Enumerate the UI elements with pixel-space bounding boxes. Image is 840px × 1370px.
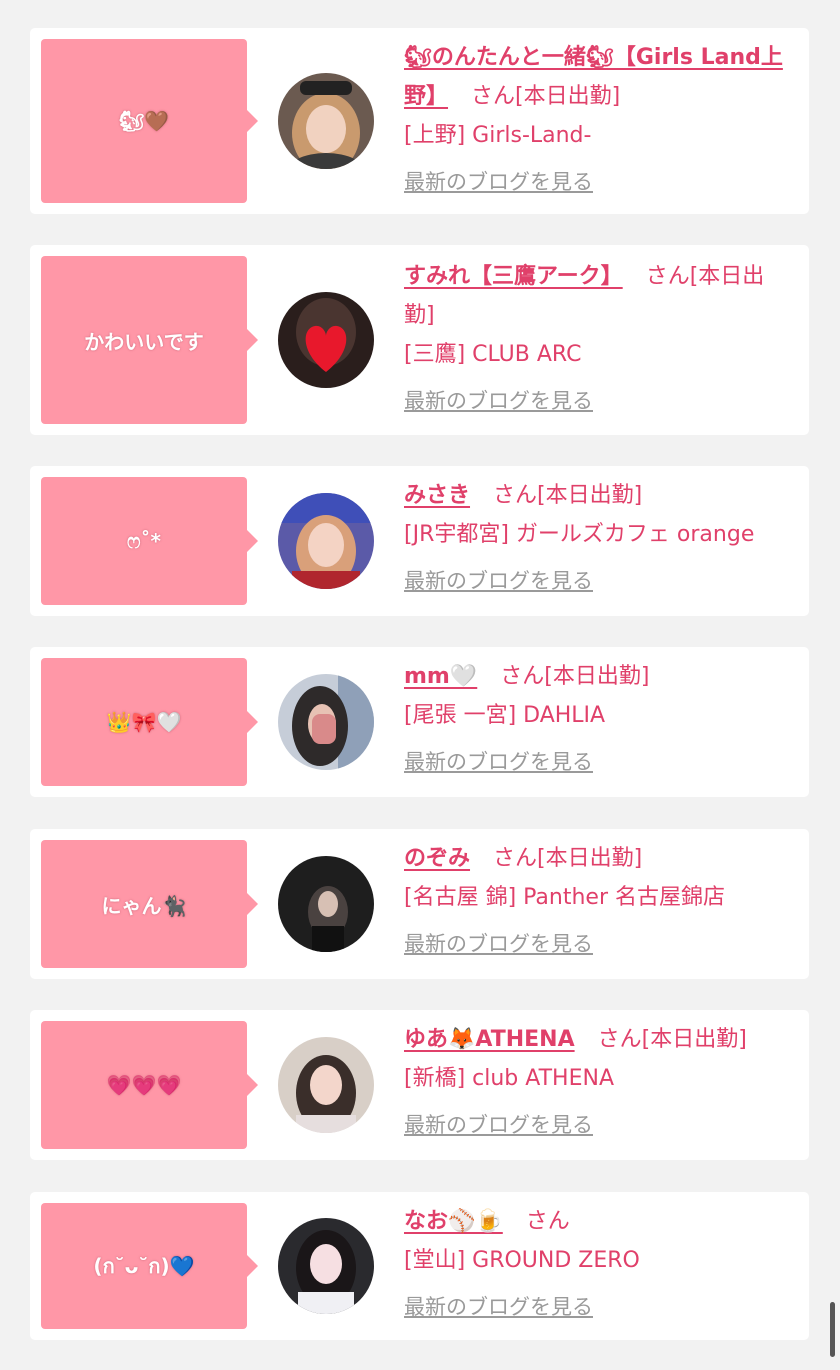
status-label: [本日出勤] [515, 84, 621, 109]
status-label: [本日出勤] [544, 664, 650, 689]
girl-name-link[interactable]: のぞみ [404, 846, 470, 871]
comment-text: (ก˘ᴗ˘ก)💙 [93, 1254, 195, 1278]
shop-label: [上野] Girls-Land- [404, 123, 592, 148]
avatar[interactable] [278, 1218, 374, 1314]
shop-label: [三鷹] CLUB ARC [404, 342, 582, 367]
status-label: [本日出勤] [537, 483, 643, 508]
latest-blog-link[interactable]: 最新のブログを見る [404, 1288, 789, 1327]
comment-text: かわいいです [84, 329, 204, 354]
blog-card: ෆ˚* みさき さん[本日出勤] [JR宇都宮] ガールズカフェ orange … [30, 466, 809, 616]
avatar[interactable] [278, 292, 374, 388]
card-info: ゆあ🦊ATHENA さん[本日出勤] [新橋] club ATHENA 最新のブ… [404, 1020, 789, 1145]
latest-blog-link[interactable]: 最新のブログを見る [404, 1106, 789, 1145]
blog-card: かわいいです すみれ【三鷹アーク】 さん[本日出勤] [三鷹] CLUB ARC… [30, 245, 809, 435]
latest-blog-link[interactable]: 最新のブログを見る [404, 562, 789, 601]
shop-label: [JR宇都宮] ガールズカフェ orange [404, 522, 755, 547]
avatar[interactable] [278, 73, 374, 169]
comment-bubble: 👑🎀🤍 [41, 658, 258, 786]
shop-label: [名古屋 錦] Panther 名古屋錦店 [404, 885, 725, 910]
latest-blog-link[interactable]: 最新のブログを見る [404, 163, 789, 202]
card-info: すみれ【三鷹アーク】 さん[本日出勤] [三鷹] CLUB ARC 最新のブログ… [404, 257, 789, 421]
latest-blog-link[interactable]: 最新のブログを見る [404, 925, 789, 964]
girl-name-link[interactable]: みさき [404, 483, 470, 508]
honorific: さん [471, 84, 516, 109]
girl-name-link[interactable]: なお⚾️🍺 [404, 1209, 503, 1234]
comment-text: ෆ˚* [127, 529, 161, 553]
blog-card: にゃん🐈‍⬛ のぞみ さん[本日出勤] [名古屋 錦] Panther 名古屋錦… [30, 829, 809, 979]
shop-label: [堂山] GROUND ZERO [404, 1248, 640, 1273]
blog-card: (ก˘ᴗ˘ก)💙 なお⚾️🍺 さん [堂山] GROUND ZERO 最新のブロ… [30, 1192, 809, 1340]
comment-text: 🐿🤎 [118, 109, 170, 133]
scrollbar[interactable] [830, 1302, 835, 1357]
latest-blog-link[interactable]: 最新のブログを見る [404, 382, 789, 421]
shop-label: [尾張 一宮] DAHLIA [404, 703, 606, 728]
comment-bubble: かわいいです [41, 256, 258, 424]
girl-name-link[interactable]: ゆあ🦊ATHENA [404, 1027, 575, 1052]
comment-bubble: にゃん🐈‍⬛ [41, 840, 258, 968]
card-info: のぞみ さん[本日出勤] [名古屋 錦] Panther 名古屋錦店 最新のブロ… [404, 839, 789, 964]
girl-name-link[interactable]: すみれ【三鷹アーク】 [404, 264, 623, 289]
girl-name-link[interactable]: mm🤍 [404, 664, 477, 689]
blog-card: 🐿🤎 🐿のんたんと一緒🐿【Girls Land上野】 さん[本日出勤] [上野]… [30, 28, 809, 214]
card-info: みさき さん[本日出勤] [JR宇都宮] ガールズカフェ orange 最新のブ… [404, 476, 789, 601]
avatar[interactable] [278, 1037, 374, 1133]
comment-bubble: 💗💗💗 [41, 1021, 258, 1149]
latest-blog-link[interactable]: 最新のブログを見る [404, 743, 789, 782]
blog-card: 💗💗💗 ゆあ🦊ATHENA さん[本日出勤] [新橋] club ATHENA … [30, 1010, 809, 1160]
blog-card: 👑🎀🤍 mm🤍 さん[本日出勤] [尾張 一宮] DAHLIA 最新のブログを見… [30, 647, 809, 797]
avatar[interactable] [278, 674, 374, 770]
comment-text: にゃん🐈‍⬛ [101, 893, 187, 918]
honorific: さん [645, 264, 690, 289]
honorific: さん [500, 664, 545, 689]
comment-bubble: ෆ˚* [41, 477, 258, 605]
avatar[interactable] [278, 493, 374, 589]
status-label: [本日出勤] [537, 846, 643, 871]
shop-label: [新橋] club ATHENA [404, 1066, 614, 1091]
comment-text: 💗💗💗 [106, 1073, 182, 1097]
card-info: なお⚾️🍺 さん [堂山] GROUND ZERO 最新のブログを見る [404, 1202, 789, 1327]
honorific: さん [493, 483, 538, 508]
comment-bubble: 🐿🤎 [41, 39, 258, 203]
status-label: [本日出勤] [641, 1027, 747, 1052]
comment-text: 👑🎀🤍 [106, 710, 182, 734]
honorific: さん [493, 846, 538, 871]
avatar[interactable] [278, 856, 374, 952]
honorific: さん [597, 1027, 642, 1052]
card-info: mm🤍 さん[本日出勤] [尾張 一宮] DAHLIA 最新のブログを見る [404, 657, 789, 782]
card-info: 🐿のんたんと一緒🐿【Girls Land上野】 さん[本日出勤] [上野] Gi… [404, 38, 789, 202]
honorific: さん [525, 1209, 570, 1234]
comment-bubble: (ก˘ᴗ˘ก)💙 [41, 1203, 258, 1329]
